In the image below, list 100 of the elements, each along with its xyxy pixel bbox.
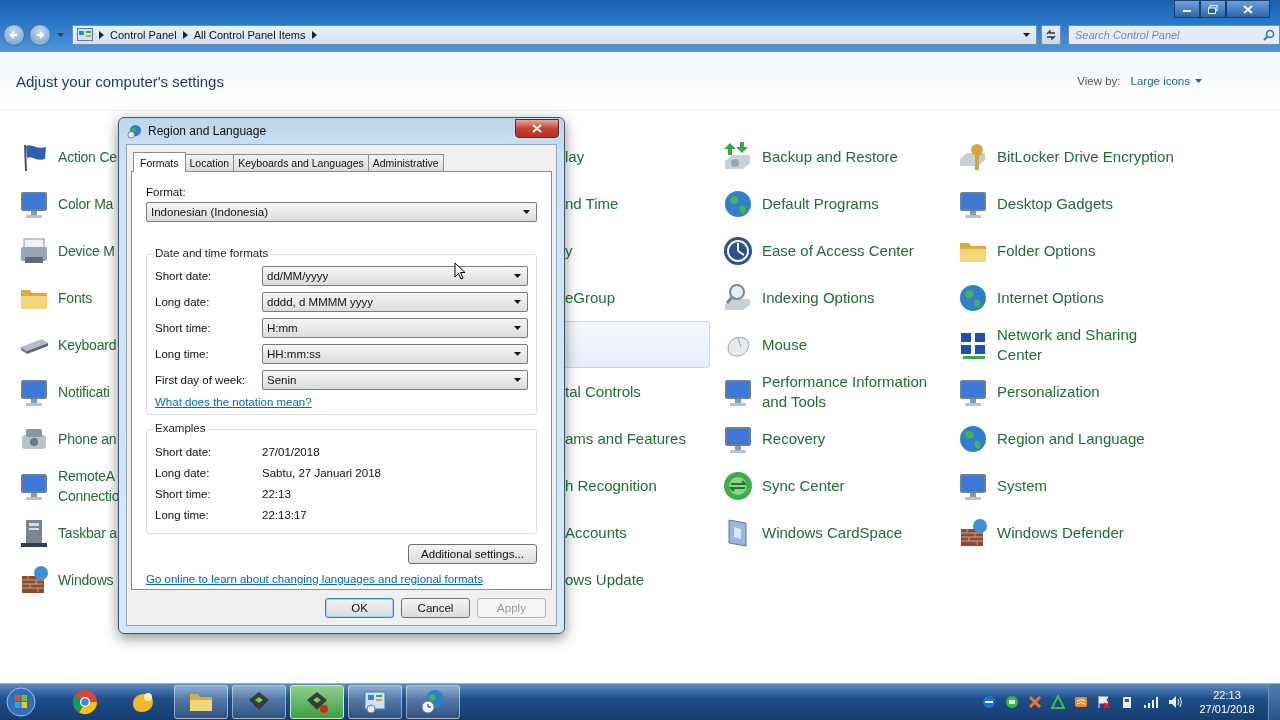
triangle-icon[interactable] — [1051, 695, 1065, 709]
control-panel-link[interactable]: Device M — [58, 240, 115, 261]
additional-settings-button[interactable]: Additional settings... — [408, 544, 537, 564]
control-panel-link[interactable]: Windows — [58, 569, 114, 590]
flag-icon[interactable] — [1097, 695, 1111, 709]
refresh-icon — [1045, 30, 1057, 40]
close-button[interactable] — [1226, 0, 1270, 18]
search-field[interactable]: Search Control Panel — [1068, 25, 1280, 45]
tray-icon[interactable] — [982, 695, 996, 709]
control-panel-link[interactable]: Internet Options — [997, 287, 1104, 308]
control-panel-link[interactable]: Backup and Restore — [762, 146, 898, 167]
dialog-button[interactable]: Cancel — [401, 598, 470, 618]
control-panel-link[interactable]: BitLocker Drive Encryption — [997, 146, 1174, 167]
control-panel-link[interactable]: Personalization — [997, 381, 1100, 402]
caret-icon — [514, 352, 521, 356]
control-panel-link[interactable]: Color Ma — [58, 193, 114, 214]
control-panel-link[interactable]: tal Controls — [565, 381, 641, 402]
minimize-button[interactable] — [1174, 0, 1200, 18]
control-panel-link[interactable]: Windows CardSpace — [762, 522, 903, 543]
control-panel-link[interactable]: Sync Center — [762, 475, 845, 496]
taskbar-button[interactable] — [290, 685, 344, 719]
control-panel-link[interactable]: Region and Language — [997, 428, 1145, 449]
control-panel-link[interactable]: Windows Defender — [997, 522, 1124, 543]
control-panel-link[interactable]: System — [997, 475, 1047, 496]
control-panel-link[interactable]: ams and Features — [565, 428, 686, 449]
sync-icon[interactable] — [1005, 695, 1019, 709]
volume-icon[interactable] — [1168, 695, 1184, 709]
tab[interactable]: Administrative — [367, 154, 444, 171]
view-by-dropdown[interactable]: Large icons — [1130, 75, 1202, 87]
caret-icon — [514, 326, 521, 330]
forward-arrow-icon — [34, 29, 46, 41]
control-panel-link[interactable]: Folder Options — [997, 240, 1096, 261]
device-icon[interactable] — [1120, 695, 1134, 709]
control-panel-link[interactable]: Mouse — [762, 334, 808, 355]
control-panel-link[interactable]: Recovery — [762, 428, 826, 449]
control-panel-link[interactable]: Keyboard — [58, 334, 117, 355]
close-icon — [532, 123, 542, 133]
back-button[interactable] — [3, 24, 25, 46]
breadcrumb-item[interactable]: All Control Panel Items — [193, 29, 306, 41]
field-label: Short date: — [155, 270, 213, 282]
control-panel-link[interactable]: Ease of Access Center — [762, 240, 914, 261]
control-panel-link[interactable]: Indexing Options — [762, 287, 875, 308]
notation-link[interactable]: What does the notation mean? — [155, 396, 312, 408]
control-panel-link[interactable]: eGroup — [565, 287, 616, 308]
control-panel-link[interactable]: ows Update — [565, 569, 645, 590]
restore-button[interactable] — [1200, 0, 1226, 18]
control-panel-link[interactable]: Notificati — [58, 381, 110, 402]
search-icon — [1263, 29, 1275, 41]
signal-icon[interactable] — [1143, 695, 1159, 709]
control-panel-link[interactable]: Default Programs — [762, 193, 879, 214]
forward-button[interactable] — [29, 24, 51, 46]
format-dropdown[interactable]: dd/MM/yyyy — [262, 266, 528, 286]
caret-icon — [1195, 79, 1202, 83]
refresh-button[interactable] — [1041, 25, 1061, 45]
format-dropdown[interactable]: Senin — [262, 370, 528, 390]
field-label: Short time: — [155, 487, 212, 500]
tab[interactable]: Keyboards and Languages — [233, 154, 369, 171]
close-button[interactable] — [515, 118, 559, 138]
control-panel-link[interactable]: Action Ce — [58, 146, 117, 167]
control-panel-link[interactable]: Fonts — [58, 287, 92, 308]
format-label: Format: — [146, 186, 187, 198]
clock-time[interactable]: 22:13 — [1213, 688, 1241, 702]
control-panel-icon — [361, 688, 389, 716]
field-label: Long date: — [155, 296, 211, 308]
online-help-link[interactable]: Go online to learn about changing languages and regional formats — [146, 573, 483, 585]
control-panel-link[interactable]: Performance Information and Tools — [762, 371, 928, 412]
format-dropdown[interactable]: dddd, d MMMM yyyy — [262, 292, 528, 312]
chevron-icon[interactable] — [311, 31, 317, 39]
globe-icon — [127, 123, 142, 139]
control-panel-link[interactable]: lay — [565, 146, 585, 167]
chevron-icon[interactable] — [182, 31, 188, 39]
field-label: Short time: — [155, 322, 212, 334]
breadcrumb-item[interactable]: Control Panel — [110, 29, 177, 41]
control-panel-link[interactable]: nd Time — [565, 193, 619, 214]
sync-icon[interactable] — [722, 469, 754, 502]
dialog-button[interactable]: OK — [325, 598, 394, 618]
chevron-icon[interactable] — [99, 31, 104, 39]
tray-icon[interactable] — [1074, 695, 1088, 709]
control-panel-link[interactable]: Phone an — [58, 428, 117, 449]
format-dropdown[interactable]: HH:mm:ss — [262, 344, 528, 364]
caret-icon — [514, 300, 521, 304]
control-panel-link[interactable]: Accounts — [565, 522, 627, 543]
control-panel-link[interactable]: y — [565, 240, 573, 261]
dial-icon[interactable] — [722, 234, 754, 267]
address-bar[interactable]: Control Panel All Control Panel Items — [72, 25, 1037, 45]
tab[interactable]: Location — [184, 154, 235, 171]
view-by-label: View by: — [1077, 75, 1121, 87]
control-panel-link[interactable]: RemoteA Connectio — [58, 465, 120, 506]
control-panel-link[interactable]: Desktop Gadgets — [997, 193, 1113, 214]
format-dropdown[interactable]: Indonesian (Indonesia) — [146, 202, 537, 222]
format-dropdown[interactable]: H:mm — [262, 318, 528, 338]
caret-icon — [514, 378, 521, 382]
example-value: 27/01/2018 — [262, 445, 320, 458]
control-panel-link[interactable]: h Recognition — [565, 475, 657, 496]
field-label: Long time: — [155, 348, 210, 360]
control-panel-link[interactable]: Taskbar a — [58, 522, 117, 543]
tab[interactable]: Formats — [133, 152, 186, 172]
control-panel-link[interactable]: Network and Sharing Center — [997, 324, 1138, 365]
caret-icon[interactable] — [1023, 33, 1030, 37]
clock-date[interactable]: 27/01/2018 — [1199, 702, 1255, 716]
